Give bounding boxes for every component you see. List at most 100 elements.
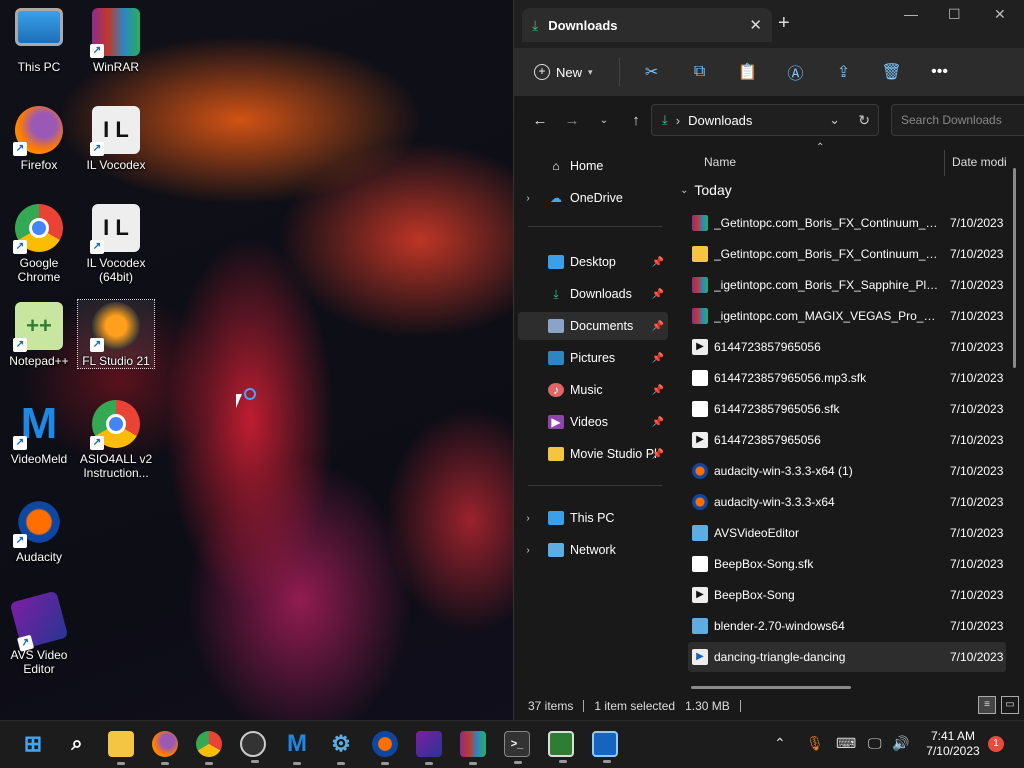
desktop-icon-winrar[interactable]: ↗ WinRAR bbox=[78, 8, 154, 74]
recent-locations-icon[interactable]: ⌄ bbox=[588, 115, 620, 126]
file-row[interactable]: ▶ 6144723857965056 7/10/2023 bbox=[688, 425, 1006, 455]
video-app-taskbar-icon[interactable] bbox=[592, 731, 618, 763]
tiles-view-icon[interactable]: ▭ bbox=[1001, 696, 1019, 714]
nav-item-this-pc[interactable]: › This PC bbox=[518, 504, 668, 532]
group-header-today[interactable]: ⌄ Today bbox=[680, 182, 732, 198]
chevron-down-icon[interactable]: ⌄ bbox=[829, 112, 840, 128]
column-divider[interactable] bbox=[944, 150, 945, 176]
nav-item-documents[interactable]: Documents 📌 bbox=[518, 312, 668, 340]
vertical-scrollbar[interactable] bbox=[1013, 168, 1016, 368]
file-row[interactable]: blender-2.70-windows64 7/10/2023 bbox=[688, 611, 1006, 641]
forward-icon[interactable]: → bbox=[556, 112, 588, 129]
close-tab-icon[interactable]: ✕ bbox=[749, 16, 762, 34]
desktop-icon-this-pc[interactable]: This PC bbox=[1, 8, 77, 74]
nav-item-downloads[interactable]: ⤓ Downloads 📌 bbox=[518, 280, 668, 308]
notification-badge[interactable]: 1 bbox=[988, 736, 1004, 752]
share-icon[interactable]: ⇪ bbox=[820, 56, 868, 88]
desktop-icon-il-vocodex[interactable]: I L ↗ IL Vocodex bbox=[78, 106, 154, 172]
delete-icon[interactable]: 🗑 bbox=[868, 56, 916, 88]
file-row[interactable]: _igetintopc.com_Boris_FX_Sapphire_Plug..… bbox=[688, 270, 1006, 300]
paste-icon[interactable]: 📋 bbox=[724, 56, 772, 88]
nav-item-home[interactable]: ⌂ Home bbox=[518, 152, 668, 180]
file-row[interactable]: ▶ dancing-triangle-dancing 7/10/2023 bbox=[688, 642, 1006, 672]
winrar-taskbar-icon[interactable] bbox=[460, 731, 486, 765]
file-row[interactable]: ▶ 6144723857965056 7/10/2023 bbox=[688, 332, 1006, 362]
horizontal-scrollbar[interactable] bbox=[691, 686, 851, 689]
settings-gear-icon[interactable]: ⚙ bbox=[328, 731, 354, 765]
refresh-icon[interactable]: ↻ bbox=[858, 112, 870, 129]
back-icon[interactable]: ← bbox=[524, 112, 556, 129]
display-icon[interactable]: 🖵 bbox=[868, 735, 882, 752]
app-taskbar-icon[interactable] bbox=[548, 731, 574, 763]
pin-icon[interactable]: 📌 bbox=[652, 257, 664, 268]
expand-chevron-icon[interactable]: › bbox=[518, 193, 538, 204]
file-row[interactable]: _Getintopc.com_Boris_FX_Continuum_C... 7/… bbox=[688, 208, 1006, 238]
chrome-taskbar-icon[interactable] bbox=[196, 731, 222, 765]
volume-icon[interactable]: 🔊 bbox=[892, 735, 909, 752]
avs-video-editor-taskbar-icon[interactable] bbox=[416, 731, 442, 765]
expand-chevron-icon[interactable]: › bbox=[518, 545, 538, 556]
videomeld-taskbar-icon[interactable]: M bbox=[284, 730, 310, 765]
file-row[interactable]: ▶ BeepBox-Song 7/10/2023 bbox=[688, 580, 1006, 610]
desktop-icon-videomeld[interactable]: M ↗ VideoMeld bbox=[1, 399, 77, 466]
cut-icon[interactable]: ✂ bbox=[628, 56, 676, 88]
more-options-icon[interactable]: ••• bbox=[916, 56, 964, 88]
firefox-taskbar-icon[interactable] bbox=[152, 731, 178, 765]
minimize-icon[interactable]: — bbox=[904, 6, 918, 22]
file-row[interactable]: AVSVideoEditor 7/10/2023 bbox=[688, 518, 1006, 548]
file-row[interactable]: audacity-win-3.3.3-x64 (1) 7/10/2023 bbox=[688, 456, 1006, 486]
nav-item-videos[interactable]: ▶ Videos 📌 bbox=[518, 408, 668, 436]
tab-downloads[interactable]: ⤓ Downloads ✕ bbox=[522, 8, 772, 42]
file-row[interactable]: _Getintopc.com_Boris_FX_Continuum_C... 7/… bbox=[688, 239, 1006, 269]
expand-chevron-icon[interactable]: › bbox=[518, 513, 538, 524]
show-hidden-icons-chevron-icon[interactable]: ⌃ bbox=[774, 735, 786, 752]
column-header-date[interactable]: Date modi bbox=[952, 144, 1007, 180]
desktop-icon-audacity[interactable]: ↗ Audacity bbox=[1, 498, 77, 564]
maximize-icon[interactable]: ☐ bbox=[948, 6, 961, 23]
pin-icon[interactable]: 📌 bbox=[652, 321, 664, 332]
file-row[interactable]: _igetintopc.com_MAGIX_VEGAS_Pro_20_... 7/… bbox=[688, 301, 1006, 331]
start-button[interactable]: ⊞ bbox=[20, 731, 46, 757]
keyboard-icon[interactable]: ⌨ bbox=[836, 735, 856, 752]
pin-icon[interactable]: 📌 bbox=[652, 385, 664, 396]
desktop-icon-notepad-plus[interactable]: ++ ↗ Notepad++ bbox=[1, 302, 77, 368]
desktop-icon-fl-studio[interactable]: ↗ FL Studio 21 bbox=[77, 299, 155, 369]
microphone-icon[interactable]: 🎙 bbox=[806, 735, 824, 752]
search-input[interactable]: Search Downloads bbox=[891, 104, 1024, 136]
close-window-icon[interactable]: ✕ bbox=[994, 6, 1006, 23]
desktop-icon-google-chrome[interactable]: ↗ Google Chrome bbox=[1, 204, 77, 284]
nav-item-onedrive[interactable]: › ☁ OneDrive bbox=[518, 184, 668, 212]
nav-item-desktop[interactable]: Desktop 📌 bbox=[518, 248, 668, 276]
obs-taskbar-icon[interactable] bbox=[240, 731, 266, 763]
terminal-taskbar-icon[interactable]: >_ bbox=[504, 731, 530, 764]
pin-icon[interactable]: 📌 bbox=[652, 417, 664, 428]
file-row[interactable]: 6144723857965056.mp3.sfk 7/10/2023 bbox=[688, 363, 1006, 393]
nav-item-movie-studio[interactable]: Movie Studio Pl 📌 bbox=[518, 440, 668, 468]
column-header-name[interactable]: Name bbox=[704, 144, 736, 180]
copy-icon[interactable]: ⧉ bbox=[676, 56, 724, 88]
rename-icon[interactable]: Ⓐ bbox=[772, 56, 820, 88]
nav-item-pictures[interactable]: Pictures 📌 bbox=[518, 344, 668, 372]
pin-icon[interactable]: 📌 bbox=[652, 289, 664, 300]
nav-item-network[interactable]: › Network bbox=[518, 536, 668, 564]
desktop-icon-il-vocodex-64[interactable]: I L ↗ IL Vocodex (64bit) bbox=[78, 204, 154, 284]
file-row[interactable]: BeepBox-Song.sfk 7/10/2023 bbox=[688, 549, 1006, 579]
desktop-icon-asio4all[interactable]: ↗ ASIO4ALL v2 Instruction... bbox=[78, 400, 154, 480]
new-tab-button[interactable]: + bbox=[778, 12, 790, 35]
pin-icon[interactable]: 📌 bbox=[652, 449, 664, 460]
nav-item-music[interactable]: ♪ Music 📌 bbox=[518, 376, 668, 404]
desktop-icon-firefox[interactable]: ↗ Firefox bbox=[1, 106, 77, 172]
breadcrumb[interactable]: Downloads bbox=[688, 113, 752, 128]
address-bar[interactable]: ⤓ › Downloads ⌄ ↻ bbox=[651, 104, 879, 136]
up-icon[interactable]: ↑ bbox=[620, 112, 652, 129]
file-row[interactable]: audacity-win-3.3.3-x64 7/10/2023 bbox=[688, 487, 1006, 517]
pin-icon[interactable]: 📌 bbox=[652, 353, 664, 364]
details-view-icon[interactable]: ≡ bbox=[978, 696, 996, 714]
audacity-taskbar-icon[interactable] bbox=[372, 731, 398, 765]
desktop-icon-avs-video-editor[interactable]: ↗ AVS Video Editor bbox=[1, 590, 77, 676]
file-explorer-taskbar-icon[interactable] bbox=[108, 731, 134, 765]
new-button[interactable]: + New ▾ bbox=[534, 64, 593, 80]
file-row[interactable]: 6144723857965056.sfk 7/10/2023 bbox=[688, 394, 1006, 424]
clock[interactable]: 7:41 AM 7/10/2023 bbox=[918, 729, 988, 759]
search-icon[interactable]: ⌕ bbox=[64, 731, 90, 757]
